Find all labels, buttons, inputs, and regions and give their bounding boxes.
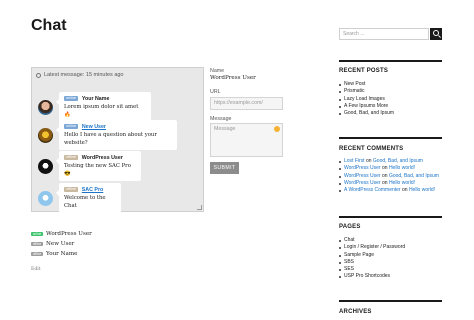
chat-message: online New User Hello I have a question … (38, 120, 177, 150)
message-textarea[interactable]: Message (210, 123, 283, 157)
pages-list: Chat Login / Register / Password Sample … (339, 237, 405, 281)
message-text: Welcome to the Chat (64, 195, 106, 209)
comment-post-link[interactable]: Hello world! (389, 165, 415, 171)
comment-author-link[interactable]: Lost First (344, 158, 365, 164)
clock-icon (36, 72, 41, 78)
comment-post-link[interactable]: Good, Bad, and Ipsum (389, 173, 439, 179)
page-link[interactable]: Chat (339, 237, 405, 244)
section-divider (339, 137, 442, 139)
recent-comments-list: Lost First on Good, Bad, and Ipsum WordP… (339, 158, 439, 194)
message-text: Hello I have a question about your websi… (64, 132, 157, 146)
recent-comment: WordPress User on Good, Bad, and Ipsum (339, 173, 439, 180)
chat-latest-message: Latest message: 15 minutes ago (44, 72, 124, 78)
avatar (38, 99, 53, 115)
page-title: Chat (31, 17, 67, 34)
recent-post-link[interactable]: A Few Ipsums More (339, 103, 394, 110)
recent-comment: WordPress User on Hello world! (339, 165, 439, 172)
comment-post-link[interactable]: Good, Bad, and Ipsum (373, 158, 423, 164)
recent-comment: WordPress User on Hello world! (339, 180, 439, 187)
comment-post-link[interactable]: Hello world! (389, 180, 415, 186)
status-badge: online (31, 231, 43, 237)
recent-comment: A WordPress Commenter on Hello world! (339, 187, 439, 194)
message-placeholder: Message (214, 126, 236, 132)
pages-heading: PAGES (339, 224, 361, 230)
user-list-item: offline Your Name (31, 251, 77, 257)
section-divider (339, 60, 442, 62)
page-link[interactable]: Login / Register / Password (339, 244, 405, 251)
status-badge: offline (64, 187, 79, 192)
chat-message: offline SAC Pro Welcome to the Chat (38, 183, 121, 213)
recent-post-link[interactable]: Prismatic (339, 88, 394, 95)
message-author-link[interactable]: New User (82, 124, 106, 130)
message-author: Your Name (81, 96, 110, 102)
page-link[interactable]: SES (339, 266, 405, 273)
page-link[interactable]: SBS (339, 259, 405, 266)
url-input[interactable]: https://example.com/ (210, 97, 283, 110)
message-author-link[interactable]: SAC Pro (82, 187, 104, 193)
message-text: Testing the new SAC Pro 😎 (64, 163, 131, 177)
page-link[interactable]: Sample Page (339, 252, 405, 259)
emoji-icon[interactable] (274, 126, 280, 132)
search-button[interactable] (430, 28, 442, 40)
edit-link[interactable]: Edit (31, 267, 41, 272)
comment-post-link[interactable]: Hello world! (409, 187, 435, 193)
message-author: WordPress User (81, 155, 123, 161)
section-divider (339, 300, 442, 302)
chat-header: Latest message: 15 minutes ago (36, 72, 124, 78)
status-badge: online (64, 124, 79, 129)
recent-post-link[interactable]: Lazy Load Images (339, 96, 394, 103)
page-link[interactable]: USP Pro Shortcodes (339, 273, 405, 280)
name-value: WordPress User (210, 75, 256, 81)
url-label: URL (210, 89, 221, 95)
status-badge: online (64, 96, 79, 101)
search-input[interactable]: Search ... (339, 28, 429, 40)
submit-button[interactable]: SUBMIT (210, 162, 239, 174)
search-icon (433, 30, 439, 36)
user-name: Your Name (46, 251, 78, 257)
resize-handle[interactable] (197, 205, 202, 210)
status-badge: offline (31, 251, 43, 257)
chat-box: Latest message: 15 minutes ago online Yo… (31, 67, 204, 213)
user-name: WordPress User (46, 231, 92, 237)
recent-post-link[interactable]: New Post (339, 81, 394, 88)
chat-message: online Your Name Lorem ipsum dolor sit a… (38, 92, 151, 122)
avatar (38, 127, 53, 143)
avatar (38, 190, 53, 206)
user-list-item: offline New User (31, 241, 74, 247)
recent-comment: Lost First on Good, Bad, and Ipsum (339, 158, 439, 165)
section-divider (339, 216, 442, 218)
status-badge: offline (31, 241, 43, 247)
recent-posts-list: New Post Prismatic Lazy Load Images A Fe… (339, 81, 394, 117)
user-name: New User (46, 241, 75, 247)
status-badge: offline (64, 155, 79, 160)
user-list-item: online WordPress User (31, 231, 92, 237)
message-text: Lorem ipsum dolor sit amet 🔥 (64, 104, 139, 118)
archives-heading: ARCHIVES (339, 309, 372, 315)
comment-author-link[interactable]: A WordPress Commenter (344, 187, 401, 193)
comment-author-link[interactable]: WordPress User (344, 165, 381, 171)
recent-post-link[interactable]: Good, Bad, and Ipsum (339, 110, 394, 117)
avatar (38, 158, 53, 174)
name-label: Name (210, 68, 225, 74)
comment-author-link[interactable]: WordPress User (344, 180, 381, 186)
chat-message: offline WordPress User Testing the new S… (38, 151, 141, 181)
message-label: Message (210, 116, 232, 122)
recent-posts-heading: RECENT POSTS (339, 68, 389, 74)
comment-author-link[interactable]: WordPress User (344, 173, 381, 179)
recent-comments-heading: RECENT COMMENTS (339, 146, 404, 152)
